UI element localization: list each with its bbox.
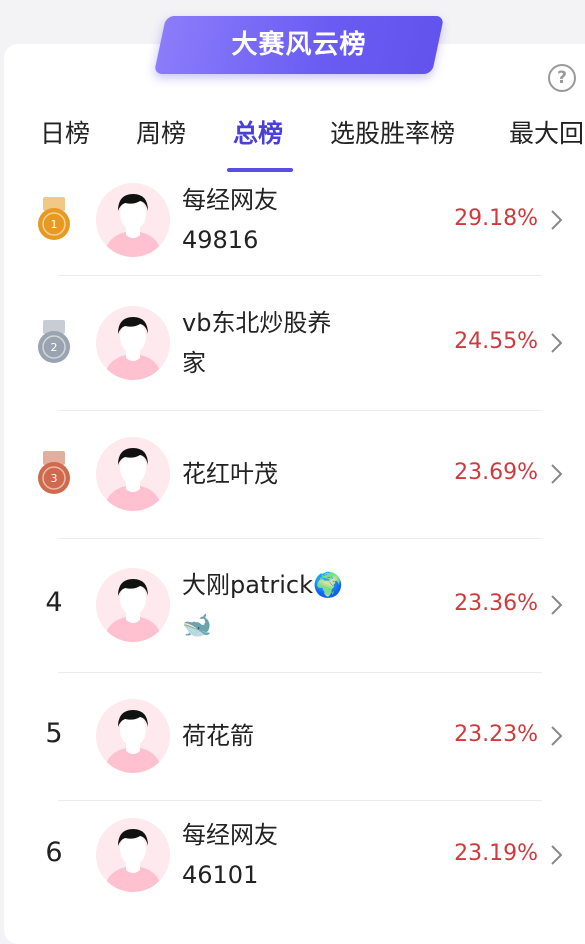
- chevron-right-icon[interactable]: [550, 594, 564, 616]
- svg-text:2: 2: [51, 341, 58, 354]
- leaderboard-row[interactable]: 1 每经网友 49816 29.18%: [0, 165, 585, 275]
- user-name[interactable]: 每经网友 46101: [182, 815, 372, 895]
- user-name-line2: 家: [182, 349, 206, 377]
- leaderboard-row[interactable]: 2 vb东北炒股养家 24.55%: [0, 275, 585, 410]
- user-name-line1: 荷花箭: [182, 722, 254, 750]
- return-percent: 29.18%: [454, 206, 538, 231]
- bronze-medal-icon: 3: [36, 450, 72, 496]
- user-name-line1: 花红叶茂: [182, 460, 278, 488]
- user-name-line2: 🐋: [182, 611, 212, 639]
- user-name-line1: 大刚patrick🌍: [182, 571, 343, 599]
- tab-weekly[interactable]: 周榜: [136, 112, 186, 156]
- chevron-right-icon[interactable]: [550, 463, 564, 485]
- return-percent: 23.19%: [454, 841, 538, 866]
- return-percent: 24.55%: [454, 329, 538, 354]
- user-name[interactable]: 花红叶茂: [182, 454, 372, 494]
- chevron-right-icon[interactable]: [550, 209, 564, 231]
- user-name[interactable]: 大刚patrick🌍 🐋: [182, 565, 372, 645]
- user-name-line1: vb东北炒股养: [182, 309, 332, 337]
- tab-overall[interactable]: 总榜: [233, 112, 283, 156]
- leaderboard-row[interactable]: 3 花红叶茂 23.69%: [0, 410, 585, 538]
- chevron-right-icon[interactable]: [550, 844, 564, 866]
- rank-number: 4: [45, 587, 63, 618]
- tab-bar: 日榜 周榜 总榜 选股胜率榜 最大回: [0, 112, 585, 162]
- user-name[interactable]: vb东北炒股养家: [182, 303, 372, 383]
- avatar[interactable]: [96, 183, 170, 257]
- help-icon[interactable]: ?: [548, 64, 576, 92]
- svg-text:3: 3: [51, 472, 58, 485]
- user-name[interactable]: 荷花箭: [182, 716, 372, 756]
- rank-number: 6: [45, 837, 63, 868]
- avatar[interactable]: [96, 306, 170, 380]
- banner-title: 大赛风云榜: [231, 30, 367, 60]
- user-name-line1: 每经网友: [182, 821, 278, 849]
- chevron-right-icon[interactable]: [550, 332, 564, 354]
- leaderboard-row[interactable]: 5 荷花箭 23.23%: [0, 672, 585, 800]
- leaderboard-row[interactable]: 4 大刚patrick🌍 🐋 23.36%: [0, 538, 585, 672]
- avatar[interactable]: [96, 437, 170, 511]
- silver-medal-icon: 2: [36, 319, 72, 365]
- tab-daily[interactable]: 日榜: [40, 112, 90, 156]
- avatar[interactable]: [96, 568, 170, 642]
- return-percent: 23.23%: [454, 722, 538, 747]
- gold-medal-icon: 1: [36, 196, 72, 242]
- avatar[interactable]: [96, 699, 170, 773]
- return-percent: 23.69%: [454, 460, 538, 485]
- rank-number: 5: [45, 718, 63, 749]
- user-name-line1: 每经网友: [182, 186, 278, 214]
- user-name-line2: 46101: [182, 861, 259, 889]
- user-name[interactable]: 每经网友 49816: [182, 180, 372, 260]
- user-name-line2: 49816: [182, 226, 259, 254]
- svg-text:1: 1: [51, 218, 58, 231]
- tab-max-drawdown[interactable]: 最大回: [509, 112, 584, 156]
- tab-win-rate[interactable]: 选股胜率榜: [330, 112, 455, 156]
- leaderboard-row[interactable]: 6 每经网友 46101 23.19%: [0, 800, 585, 910]
- return-percent: 23.36%: [454, 591, 538, 616]
- avatar[interactable]: [96, 818, 170, 892]
- chevron-right-icon[interactable]: [550, 725, 564, 747]
